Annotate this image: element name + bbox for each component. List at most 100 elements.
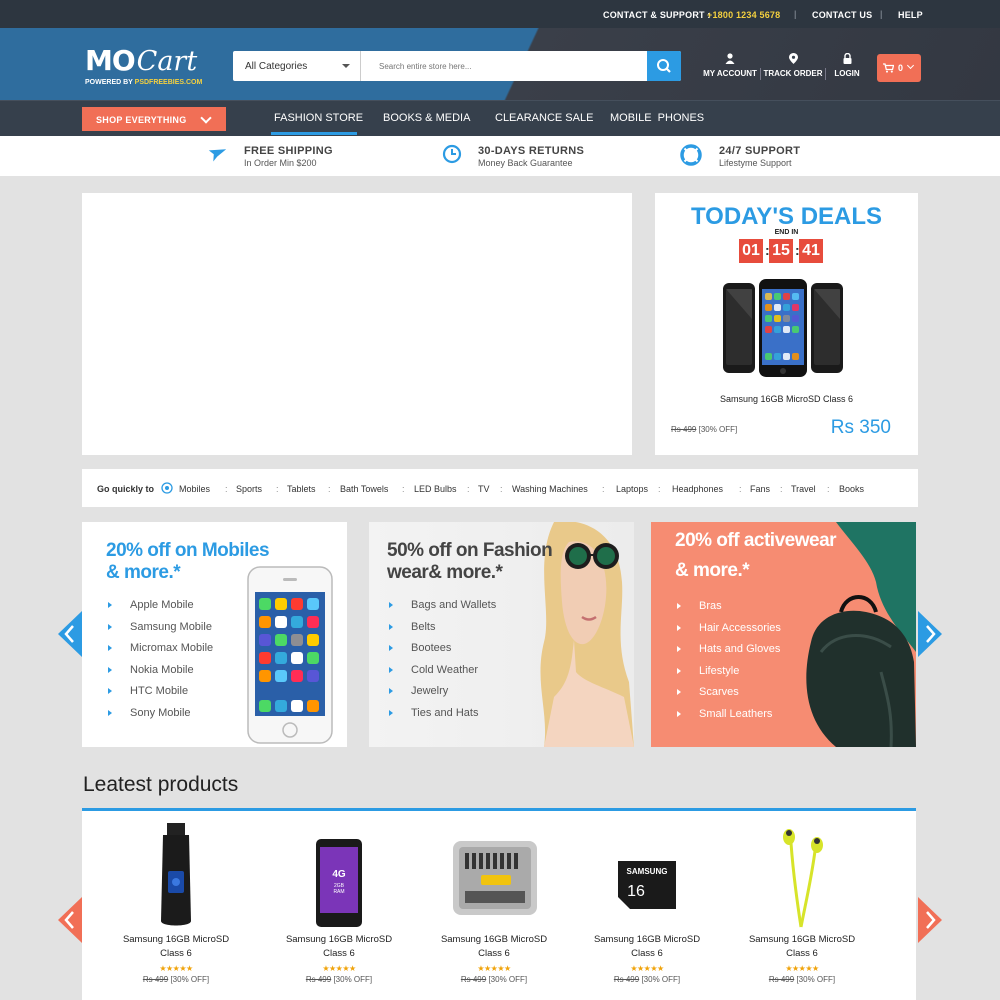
product-card[interactable]: Samsung 16GB MicroSD Class 6 ★★★★★ Rs 499…: [101, 811, 251, 984]
logo-mo: MO: [85, 44, 136, 77]
nav-clearance-sale[interactable]: CLEARANCE SALE: [495, 112, 593, 124]
latest-products: Samsung 16GB MicroSD Class 6 ★★★★★ Rs 499…: [82, 811, 916, 1000]
product-image: [419, 811, 569, 933]
promo-next-arrow[interactable]: [918, 611, 942, 657]
product-price: Rs 499 [30% OFF]: [142, 975, 210, 984]
chevron-down-icon: [906, 61, 915, 70]
promo-fashion[interactable]: 50% off on Fashion wear& more.* Bags and …: [369, 522, 634, 747]
quick-link-bath-towels[interactable]: Bath Towels: [340, 484, 388, 494]
clock-icon: [442, 144, 462, 164]
promo-item[interactable]: Apple Mobile: [106, 599, 213, 621]
quick-link-separator: :: [225, 484, 228, 494]
promo-item[interactable]: Hats and Gloves: [675, 643, 781, 665]
quick-link-tv[interactable]: TV: [478, 484, 490, 494]
product-rating: ★★★★★: [159, 964, 193, 973]
quick-link-fans[interactable]: Fans: [750, 484, 770, 494]
products-next-arrow[interactable]: [918, 897, 942, 943]
my-account-link[interactable]: MY ACCOUNT: [695, 53, 765, 78]
quick-link-separator: :: [658, 484, 661, 494]
deal-product-image[interactable]: [721, 279, 847, 379]
top-separator: |: [880, 9, 883, 19]
cart-count: 0: [898, 63, 904, 73]
product-name: Samsung 16GB MicroSD Class 6: [122, 934, 230, 959]
search-input[interactable]: [369, 51, 645, 81]
category-select[interactable]: All Categories: [233, 51, 361, 81]
cart-button[interactable]: 0: [877, 54, 921, 82]
quick-link-laptops[interactable]: Laptops: [616, 484, 648, 494]
promo-item[interactable]: Sony Mobile: [106, 707, 213, 729]
search-icon: [657, 59, 671, 73]
promo-title: 20% off on Mobiles & more.*: [106, 540, 270, 583]
product-card[interactable]: 4G 2GB RAM Samsung 16GB MicroSD Class 6 ★★★…: [264, 811, 414, 984]
quick-link-separator: :: [780, 484, 783, 494]
promo-item[interactable]: Hair Accessories: [675, 622, 781, 644]
promo-item[interactable]: Bags and Wallets: [387, 599, 496, 621]
feature-subtitle: Lifestyme Support: [719, 158, 792, 168]
top-bar: CONTACT & SUPPORT : +1800 1234 5678 | CO…: [0, 0, 1000, 28]
iphone-image: [247, 566, 333, 744]
promo-item[interactable]: Cold Weather: [387, 664, 496, 686]
logo-powered-by: POWERED BY PSDFREEBIES.COM: [85, 79, 203, 86]
promo-list: Bags and Wallets Belts Bootees Cold Weat…: [387, 599, 496, 728]
shop-everything-button[interactable]: SHOP EVERYTHING: [82, 107, 226, 131]
promo-item[interactable]: Micromax Mobile: [106, 642, 213, 664]
quick-link-mobiles[interactable]: Mobiles: [179, 484, 210, 494]
product-rating: ★★★★★: [630, 964, 664, 973]
promo-item[interactable]: HTC Mobile: [106, 685, 213, 707]
quick-link-separator: :: [276, 484, 279, 494]
promo-title: 20% off activewear & more.*: [675, 530, 837, 581]
promo-prev-arrow[interactable]: [58, 611, 82, 657]
promo-item[interactable]: Jewelry: [387, 685, 496, 707]
product-card[interactable]: SAMSUNG 16 Samsung 16GB MicroSD Class 6 ★…: [572, 811, 722, 984]
quick-link-sports[interactable]: Sports: [236, 484, 262, 494]
promo-item[interactable]: Ties and Hats: [387, 707, 496, 729]
product-card[interactable]: Samsung 16GB MicroSD Class 6 ★★★★★ Rs 499…: [419, 811, 569, 984]
promo-mobiles[interactable]: 20% off on Mobiles & more.* Apple Mobile …: [82, 522, 347, 747]
nav-fashion-store[interactable]: FASHION STORE: [274, 112, 363, 124]
promo-item[interactable]: Bras: [675, 600, 781, 622]
quick-links-bar: Go quickly to Mobiles: Sports: Tablets: Bat…: [82, 469, 918, 507]
nav-books-media[interactable]: BOOKS & MEDIA: [383, 112, 470, 124]
deal-product-name[interactable]: Samsung 16GB MicroSD Class 6: [655, 394, 918, 404]
nav-mobile-phones[interactable]: MOBILE PHONES: [610, 112, 704, 124]
product-card[interactable]: Samsung 16GB MicroSD Class 6 ★★★★★ Rs 499…: [727, 811, 877, 984]
hero-banner[interactable]: [82, 193, 632, 455]
promo-item[interactable]: Belts: [387, 621, 496, 643]
promo-item[interactable]: Scarves: [675, 686, 781, 708]
logo[interactable]: MOCart POWERED BY PSDFREEBIES.COM: [85, 44, 202, 86]
promo-item[interactable]: Samsung Mobile: [106, 621, 213, 643]
quick-link-led-bulbs[interactable]: LED Bulbs: [414, 484, 457, 494]
quick-links-label: Go quickly to: [97, 484, 155, 494]
product-image: [101, 811, 251, 933]
feature-free-shipping: FREE SHIPPING In Order Min $200: [244, 145, 333, 168]
cart-icon: [883, 63, 894, 73]
contact-us-link[interactable]: CONTACT US: [812, 10, 872, 20]
quick-link-tablets[interactable]: Tablets: [287, 484, 316, 494]
sd-card-brand: SAMSUNG: [627, 867, 668, 876]
promo-item[interactable]: Nokia Mobile: [106, 664, 213, 686]
promo-item[interactable]: Bootees: [387, 642, 496, 664]
category-select-value: All Categories: [245, 61, 308, 72]
quick-link-headphones[interactable]: Headphones: [672, 484, 723, 494]
quick-link-travel[interactable]: Travel: [791, 484, 816, 494]
products-prev-arrow[interactable]: [58, 897, 82, 943]
login-link[interactable]: LOGIN: [812, 53, 882, 78]
promo-activewear[interactable]: 20% off activewear & more.* Bras Hair Acc…: [651, 522, 916, 747]
support-phone[interactable]: +1800 1234 5678: [707, 10, 780, 20]
features-bar: FREE SHIPPING In Order Min $200 30-DAYS …: [0, 136, 1000, 176]
my-account-label: MY ACCOUNT: [703, 69, 757, 78]
target-icon: [161, 482, 173, 494]
quick-link-washing-machines[interactable]: Washing Machines: [512, 484, 588, 494]
promo-item[interactable]: Small Leathers: [675, 708, 781, 730]
feature-title: FREE SHIPPING: [244, 145, 333, 157]
quick-link-separator: :: [402, 484, 405, 494]
quick-link-books[interactable]: Books: [839, 484, 864, 494]
search-button[interactable]: [647, 51, 681, 81]
sd-card-size: 16: [627, 883, 645, 900]
todays-deals: TODAY'S DEALS END IN 01 : 15 : 41 Samsun…: [655, 193, 918, 455]
help-link[interactable]: HELP: [898, 10, 923, 20]
quick-link-separator: :: [739, 484, 742, 494]
product-rating: ★★★★★: [785, 964, 819, 973]
product-name: Samsung 16GB MicroSD Class 6: [440, 934, 548, 959]
promo-item[interactable]: Lifestyle: [675, 665, 781, 687]
